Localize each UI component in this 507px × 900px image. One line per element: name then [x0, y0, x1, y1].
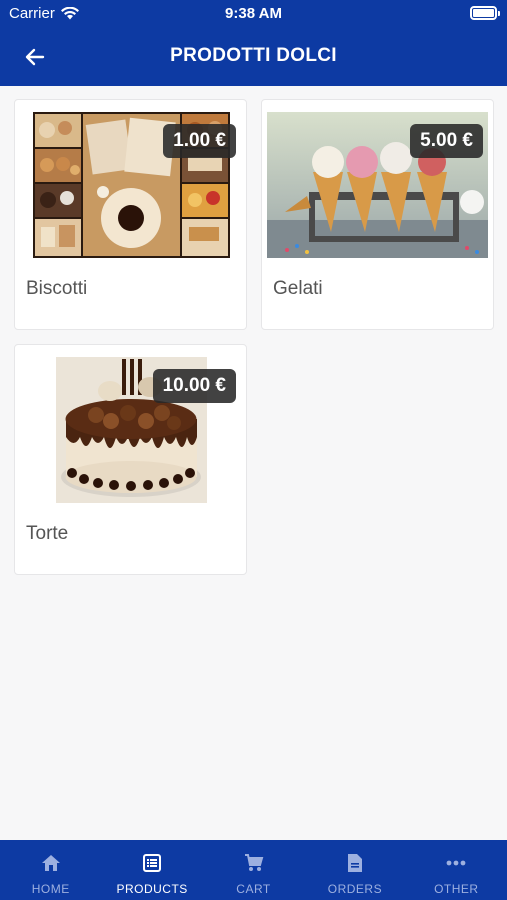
battery-icon: [470, 6, 500, 20]
tab-products[interactable]: PRODUCTS: [101, 840, 202, 900]
document-icon: [344, 852, 366, 874]
more-icon: [445, 852, 467, 874]
product-name: Biscotti: [26, 278, 88, 299]
page-title: PRODOTTI DOLCI: [170, 45, 337, 66]
product-card-torte[interactable]: 10.00 € Torte: [14, 344, 247, 575]
price-badge: 10.00 €: [152, 369, 236, 403]
header: PRODOTTI DOLCI: [0, 28, 507, 86]
cart-icon: [243, 852, 265, 874]
tab-label: OTHER: [434, 882, 479, 896]
price-badge: 1.00 €: [163, 124, 236, 158]
product-name: Torte: [26, 523, 69, 544]
tab-cart[interactable]: CART: [203, 840, 304, 900]
status-bar: Carrier 9:38 AM: [0, 0, 507, 28]
tab-home[interactable]: HOME: [0, 840, 101, 900]
product-card-biscotti[interactable]: 1.00 € Biscotti: [14, 99, 247, 330]
list-icon: [141, 852, 163, 874]
tab-label: ORDERS: [327, 882, 383, 896]
tab-other[interactable]: OTHER: [406, 840, 507, 900]
price-badge: 5.00 €: [410, 124, 483, 158]
status-time: 9:38 AM: [225, 5, 282, 22]
tab-orders[interactable]: ORDERS: [304, 840, 405, 900]
home-icon: [40, 852, 62, 874]
product-name: Gelati: [273, 278, 323, 299]
tab-bar: HOME PRODUCTS CART ORDERS OTHER: [0, 840, 507, 900]
tab-label: PRODUCTS: [116, 882, 188, 896]
product-card-gelati[interactable]: 5.00 € Gelati: [261, 99, 494, 330]
tab-label: CART: [236, 882, 271, 896]
tab-label: HOME: [31, 882, 70, 896]
